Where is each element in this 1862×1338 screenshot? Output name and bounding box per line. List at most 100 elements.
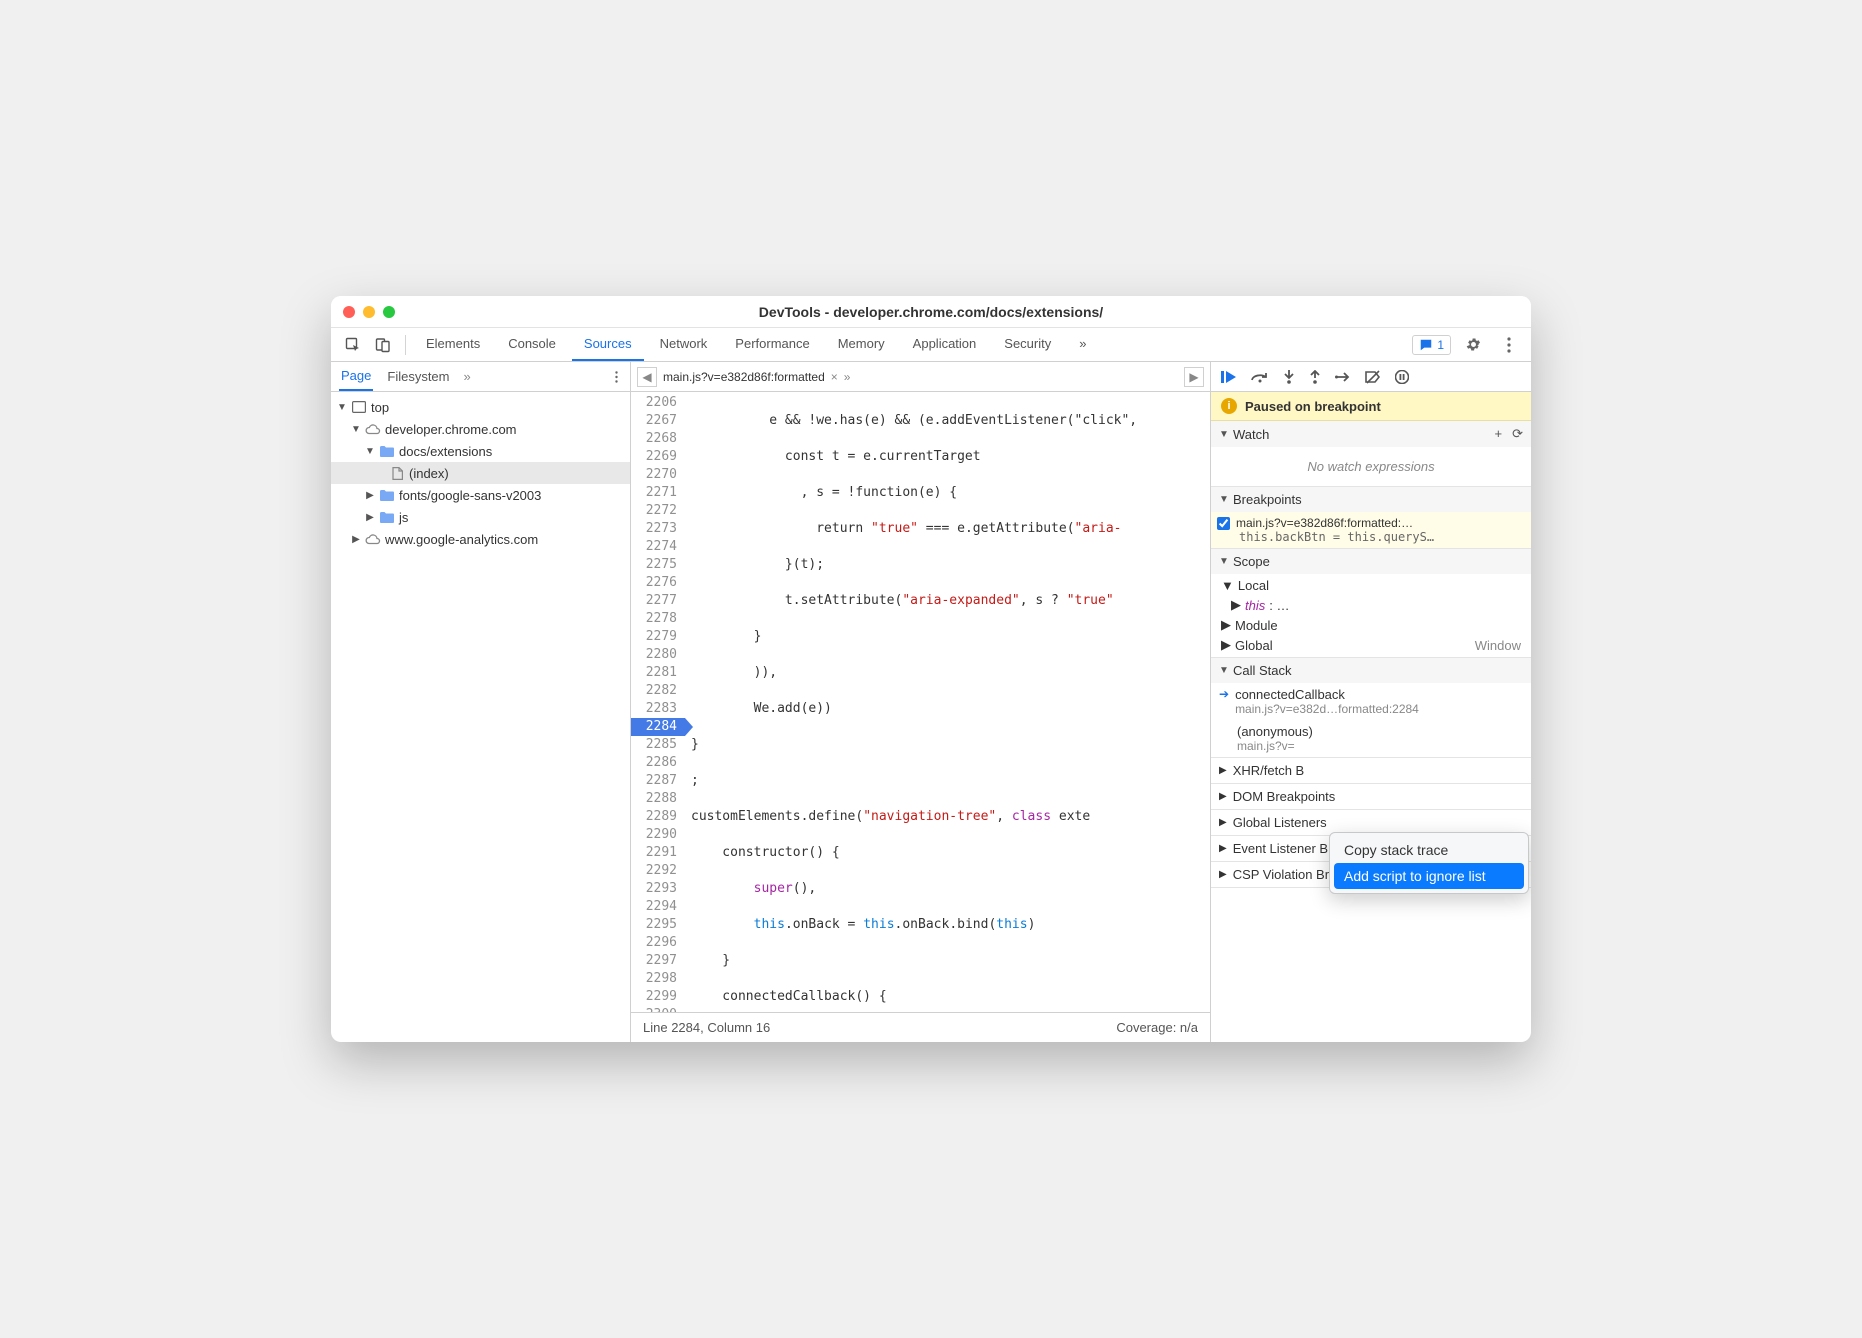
- sidebar-kebab-icon[interactable]: [611, 366, 622, 388]
- tree-label: developer.chrome.com: [385, 422, 517, 437]
- maximize-window-button[interactable]: [383, 306, 395, 318]
- editor-filename: main.js?v=e382d86f:formatted: [663, 370, 825, 384]
- tab-network[interactable]: Network: [648, 328, 720, 361]
- tab-elements[interactable]: Elements: [414, 328, 492, 361]
- tree-domain-ga[interactable]: ▶ www.google-analytics.com: [331, 528, 630, 550]
- titlebar: DevTools - developer.chrome.com/docs/ext…: [331, 296, 1531, 328]
- editor-pane: ◀ main.js?v=e382d86f:formatted × » ▶ 220…: [631, 362, 1211, 1042]
- editor-tabs-overflow-icon[interactable]: »: [844, 370, 851, 384]
- stack-frame[interactable]: (anonymous) main.js?v=: [1211, 720, 1531, 757]
- issues-badge[interactable]: 1: [1412, 335, 1451, 355]
- menu-copy-stack-trace[interactable]: Copy stack trace: [1334, 837, 1524, 863]
- tree-folder-fonts[interactable]: ▶ fonts/google-sans-v2003: [331, 484, 630, 506]
- stack-frame-current[interactable]: ➔ connectedCallbackmain.js?v=e382d…forma…: [1211, 683, 1531, 720]
- tab-security[interactable]: Security: [992, 328, 1063, 361]
- tab-memory[interactable]: Memory: [826, 328, 897, 361]
- section-title: Call Stack: [1233, 663, 1292, 678]
- watch-section-header[interactable]: ▼Watch +⟳: [1211, 421, 1531, 447]
- line-gutter: 2206226722682269227022712272227322742275…: [631, 392, 685, 1012]
- close-icon[interactable]: ×: [831, 370, 838, 384]
- breakpoints-section-header[interactable]: ▼Breakpoints: [1211, 487, 1531, 512]
- cursor-position: Line 2284, Column 16: [643, 1020, 770, 1035]
- file-tree: ▼ top ▼ developer.chrome.com ▼ docs/exte…: [331, 392, 630, 1042]
- tabs-overflow-icon[interactable]: »: [1067, 328, 1098, 361]
- pause-exceptions-icon[interactable]: [1395, 370, 1409, 384]
- deactivate-breakpoints-icon[interactable]: [1365, 370, 1381, 384]
- devtools-window: DevTools - developer.chrome.com/docs/ext…: [331, 296, 1531, 1042]
- coverage-status: Coverage: n/a: [1116, 1020, 1198, 1035]
- file-icon: [389, 466, 405, 480]
- tree-domain[interactable]: ▼ developer.chrome.com: [331, 418, 630, 440]
- section-title: Breakpoints: [1233, 492, 1302, 507]
- sidebar-tab-filesystem[interactable]: Filesystem: [385, 363, 451, 390]
- tree-file-index[interactable]: (index): [331, 462, 630, 484]
- tree-top[interactable]: ▼ top: [331, 396, 630, 418]
- context-menu: Copy stack trace Add script to ignore li…: [1329, 832, 1529, 894]
- resume-icon[interactable]: [1221, 370, 1237, 384]
- tree-folder-js[interactable]: ▶ js: [331, 506, 630, 528]
- cloud-icon: [365, 422, 381, 436]
- menu-add-to-ignore-list[interactable]: Add script to ignore list: [1334, 863, 1524, 889]
- issues-count: 1: [1437, 338, 1444, 352]
- sources-sidebar: Page Filesystem » ▼ top ▼ developer.chro…: [331, 362, 631, 1042]
- refresh-icon[interactable]: ⟳: [1512, 426, 1523, 442]
- sidebar-tabs-overflow-icon[interactable]: »: [464, 369, 471, 384]
- cloud-icon: [365, 532, 381, 546]
- code-area[interactable]: 2206226722682269227022712272227322742275…: [631, 392, 1210, 1012]
- tree-label: www.google-analytics.com: [385, 532, 538, 547]
- current-frame-icon: ➔: [1219, 687, 1229, 716]
- breakpoint-label: main.js?v=e382d86f:formatted:…: [1236, 516, 1413, 530]
- panel-tabs: Elements Console Sources Network Perform…: [414, 328, 1410, 361]
- tree-label: js: [399, 510, 408, 525]
- folder-icon: [379, 444, 395, 458]
- code-lines: e && !we.has(e) && (e.addEventListener("…: [685, 392, 1210, 1012]
- tab-sources[interactable]: Sources: [572, 328, 644, 361]
- traffic-lights: [343, 306, 395, 318]
- scope-global[interactable]: ▶GlobalWindow: [1215, 635, 1527, 655]
- scope-section-header[interactable]: ▼Scope: [1211, 549, 1531, 574]
- editor-nav-back-icon[interactable]: ◀: [637, 367, 657, 387]
- breakpoint-code: this.backBtn = this.queryS…: [1217, 530, 1525, 544]
- folder-icon: [379, 510, 395, 524]
- frame-icon: [351, 400, 367, 414]
- debug-toolbar: [1211, 362, 1531, 392]
- debug-sidebar: i Paused on breakpoint ▼Watch +⟳ No watc…: [1211, 362, 1531, 1042]
- close-window-button[interactable]: [343, 306, 355, 318]
- scope-this[interactable]: ▶this: …: [1215, 595, 1527, 615]
- step-into-icon[interactable]: [1283, 370, 1295, 384]
- tree-label: docs/extensions: [399, 444, 492, 459]
- main-toolbar: Elements Console Sources Network Perform…: [331, 328, 1531, 362]
- add-watch-icon[interactable]: +: [1495, 426, 1503, 442]
- dom-breakpoints-header[interactable]: ▶DOM Breakpoints: [1211, 784, 1531, 809]
- tab-application[interactable]: Application: [901, 328, 989, 361]
- section-title: Scope: [1233, 554, 1270, 569]
- step-over-icon[interactable]: [1251, 371, 1269, 383]
- minimize-window-button[interactable]: [363, 306, 375, 318]
- tab-console[interactable]: Console: [496, 328, 568, 361]
- device-toggle-icon[interactable]: [369, 331, 397, 359]
- tree-label: fonts/google-sans-v2003: [399, 488, 541, 503]
- info-icon: i: [1221, 398, 1237, 414]
- sidebar-tab-page[interactable]: Page: [339, 362, 373, 391]
- scope-module[interactable]: ▶Module: [1215, 615, 1527, 635]
- breakpoint-item[interactable]: main.js?v=e382d86f:formatted:… this.back…: [1211, 512, 1531, 548]
- xhr-breakpoints-header[interactable]: ▶XHR/fetch B: [1211, 758, 1531, 783]
- settings-icon[interactable]: [1459, 331, 1487, 359]
- folder-icon: [379, 488, 395, 502]
- tree-folder-docs[interactable]: ▼ docs/extensions: [331, 440, 630, 462]
- section-title: Watch: [1233, 427, 1269, 442]
- inspect-icon[interactable]: [339, 331, 367, 359]
- step-out-icon[interactable]: [1309, 370, 1321, 384]
- callstack-section-header[interactable]: ▼Call Stack: [1211, 658, 1531, 683]
- tab-performance[interactable]: Performance: [723, 328, 821, 361]
- window-title: DevTools - developer.chrome.com/docs/ext…: [395, 304, 1467, 320]
- step-icon[interactable]: [1335, 371, 1351, 383]
- scope-local[interactable]: ▼Local: [1215, 576, 1527, 595]
- editor-nav-forward-icon[interactable]: ▶: [1184, 367, 1204, 387]
- paused-text: Paused on breakpoint: [1245, 399, 1381, 414]
- kebab-menu-icon[interactable]: [1495, 331, 1523, 359]
- paused-banner: i Paused on breakpoint: [1211, 392, 1531, 421]
- breakpoint-checkbox[interactable]: [1217, 517, 1230, 530]
- editor-file-tab[interactable]: main.js?v=e382d86f:formatted ×: [663, 370, 838, 384]
- watch-empty-text: No watch expressions: [1219, 451, 1523, 482]
